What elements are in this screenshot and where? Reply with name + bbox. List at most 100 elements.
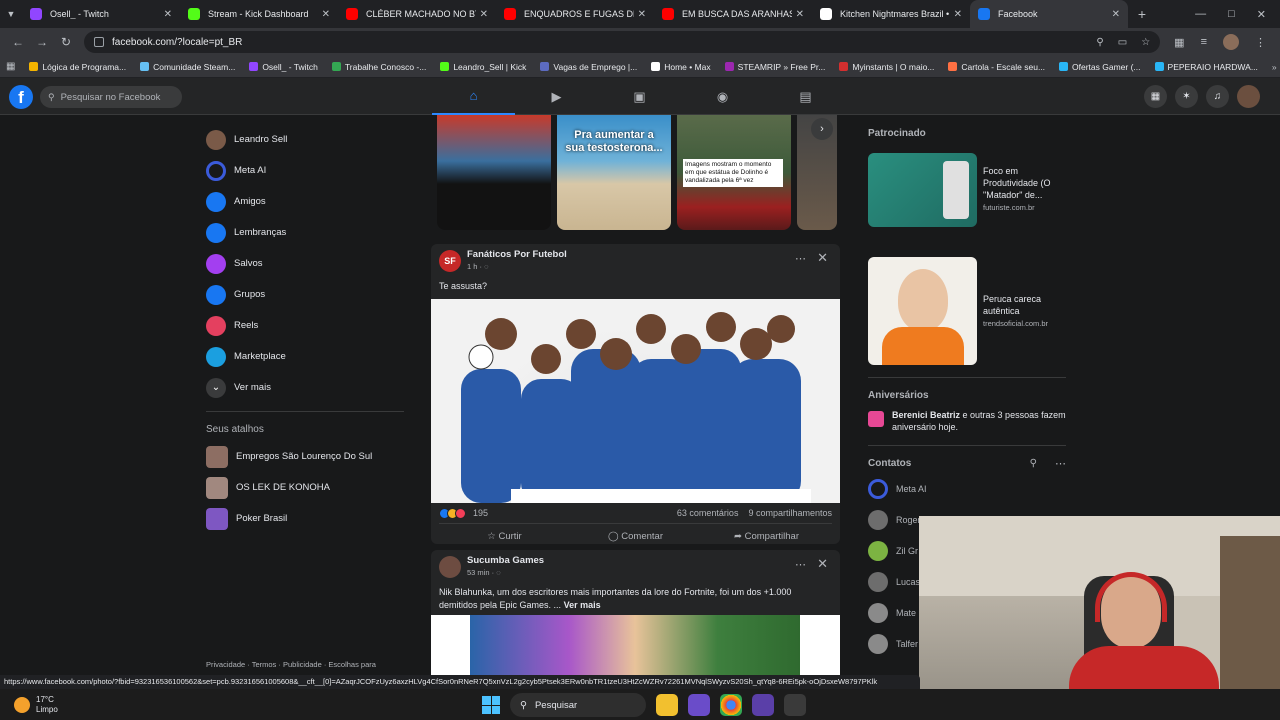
sidebar-item[interactable]: ⌄ Ver mais [200,372,410,403]
menu-icon[interactable]: ⋮ [1255,36,1266,49]
sponsored-ad[interactable]: Peruca careca autêntica trendsoficial.co… [862,253,1072,369]
sidebar-item[interactable]: Meta AI [200,155,410,186]
bookmark-item[interactable]: Cartola - Escale seu... [948,62,1045,72]
bookmark-item[interactable]: Lógica de Programa... [29,62,126,72]
notifications-bell-icon[interactable]: ♫ [1206,85,1229,108]
close-tab-icon[interactable]: ✕ [954,9,962,20]
browser-tab[interactable]: Stream - Kick Dashboard ✕ [180,0,338,28]
story-card[interactable]: Pra aumentar a sua testosterona... [557,115,671,230]
reaction-count[interactable]: 195 [473,508,488,518]
sidebar-item[interactable]: Reels [200,310,410,341]
bookmark-item[interactable]: Leandro_Sell | Kick [440,62,526,72]
browser-tab[interactable]: Osell_ - Twitch ✕ [22,0,180,28]
close-tab-icon[interactable]: ✕ [322,9,330,20]
close-tab-icon[interactable]: ✕ [164,9,172,20]
zoom-icon[interactable]: ⚲ [1096,37,1103,48]
bookmark-item[interactable]: Vagas de Emprego |... [540,62,637,72]
back-icon[interactable]: ← [6,35,30,49]
chevron-right-icon[interactable]: › [811,118,833,140]
bookmark-item[interactable]: PEPERAIO HARDWA... [1154,62,1258,72]
browser-tab[interactable]: CLÉBER MACHADO NO BT ✕ [338,0,496,28]
extensions-icon[interactable]: ▦ [1174,36,1184,49]
forward-icon[interactable]: → [30,35,54,49]
shortcut-item[interactable]: Poker Brasil [200,503,410,534]
comment-button[interactable]: ◯ Comentar [570,531,701,542]
share-button[interactable]: ➦ Compartilhar [701,531,832,542]
post-time[interactable]: 1 h [467,262,477,271]
post-author-avatar[interactable] [439,556,461,578]
shortcut-item[interactable]: Empregos São Lourenço Do Sul [200,441,410,472]
site-info-icon[interactable] [94,37,104,47]
groups-nav-icon[interactable]: ◉ [681,78,764,115]
reload-icon[interactable]: ↻ [54,35,78,49]
bookmark-item[interactable]: Ofertas Gamer (... [1059,62,1141,72]
browser-tab[interactable]: Facebook ✕ [970,0,1128,28]
close-tab-icon[interactable]: ✕ [1112,9,1120,20]
bookmark-item[interactable]: Osell_ - Twitch [249,62,318,72]
close-window-icon[interactable]: ✕ [1257,8,1266,21]
minimize-icon[interactable]: — [1195,8,1206,21]
browser-tab[interactable]: ENQUADROS E FUGAS DE MO ✕ [496,0,654,28]
see-more-link[interactable]: Ver mais [564,600,601,610]
tab-search-icon[interactable]: ▼ [0,9,22,19]
birthday-notice[interactable]: Berenici Beatriz e outras 3 pessoas faze… [862,405,1072,437]
story-card[interactable] [437,115,551,230]
close-icon[interactable]: ✕ [817,556,828,572]
cast-icon[interactable]: ▭ [1118,37,1127,48]
like-button[interactable]: ☆ Curtir [439,531,570,542]
video-icon[interactable]: ▶ [515,78,598,115]
contacts-options-icon[interactable]: ⋯ [1055,457,1066,470]
sidebar-item[interactable]: Lembranças [200,217,410,248]
media-icon[interactable]: ≡ [1201,36,1207,48]
post-photo[interactable] [431,299,840,503]
post-time[interactable]: 53 min [467,568,490,577]
gaming-icon[interactable]: ▤ [764,78,847,115]
post-timestamp[interactable]: 53 min · ◌ [467,568,501,577]
account-avatar[interactable] [1237,85,1260,108]
file-explorer-icon[interactable] [656,694,678,716]
bookmark-star-icon[interactable]: ☆ [1141,37,1150,48]
twitch-app-icon[interactable] [752,694,774,716]
address-bar[interactable]: facebook.com/?locale=pt_BR ⚲ ▭ ☆ [84,31,1161,53]
bookmark-item[interactable]: STEAMRIP » Free Pr... [724,62,825,72]
browser-tab[interactable]: EM BUSCA DAS ARANHAS TAR ✕ [654,0,812,28]
more-bookmarks-icon[interactable]: » [1272,62,1277,72]
sponsored-ad[interactable]: Foco em Produtividade (O "Matador" de...… [862,149,1072,231]
taskbar-search[interactable]: ⚲ Pesquisar [510,693,646,717]
weather-widget[interactable]: 17°C Limpo [0,695,58,715]
sidebar-item[interactable]: Salvos [200,248,410,279]
story-card[interactable]: Imagens mostram o momento em que estátua… [677,115,791,230]
bookmark-item[interactable]: Home • Max [651,62,711,72]
more-options-icon[interactable]: ⋯ [795,558,806,571]
obs-icon[interactable] [784,694,806,716]
home-icon[interactable]: ⌂ [432,78,515,115]
marketplace-nav-icon[interactable]: ▣ [598,78,681,115]
menu-grid-icon[interactable]: ▦ [1144,85,1167,108]
post-photo[interactable] [431,615,840,675]
windows-start-icon[interactable] [482,696,500,714]
messenger-icon[interactable]: ✶ [1175,85,1198,108]
close-tab-icon[interactable]: ✕ [796,9,804,20]
url-text[interactable]: facebook.com/?locale=pt_BR [112,37,242,48]
close-icon[interactable]: ✕ [817,250,828,266]
footer-links[interactable]: Privacidade · Termos · Publicidade · Esc… [206,660,376,669]
sidebar-item[interactable]: Amigos [200,186,410,217]
search-contacts-icon[interactable]: ⚲ [1030,458,1037,469]
browser-tab[interactable]: Kitchen Nightmares Brazil • HB ✕ [812,0,970,28]
comment-count[interactable]: 63 comentários [677,508,739,518]
more-options-icon[interactable]: ⋯ [795,252,806,265]
contact-item[interactable]: Meta AI [862,473,1072,504]
sidebar-item[interactable]: Marketplace [200,341,410,372]
post-timestamp[interactable]: 1 h · ◌ [467,262,489,271]
post-author-name[interactable]: Sucumba Games [467,555,544,566]
shortcut-item[interactable]: OS LEK DE KONOHA [200,472,410,503]
chrome-icon[interactable] [720,694,742,716]
apps-grid-icon[interactable]: ▦ [6,61,15,72]
facebook-logo[interactable]: f [9,85,33,109]
profile-avatar-icon[interactable] [1223,34,1239,50]
close-tab-icon[interactable]: ✕ [638,9,646,20]
facebook-search-input[interactable]: ⚲ Pesquisar no Facebook [40,86,182,108]
reaction-icons[interactable] [439,507,466,519]
bookmark-item[interactable]: Comunidade Steam... [140,62,235,72]
bookmark-item[interactable]: Trabalhe Conosco -... [331,62,426,72]
